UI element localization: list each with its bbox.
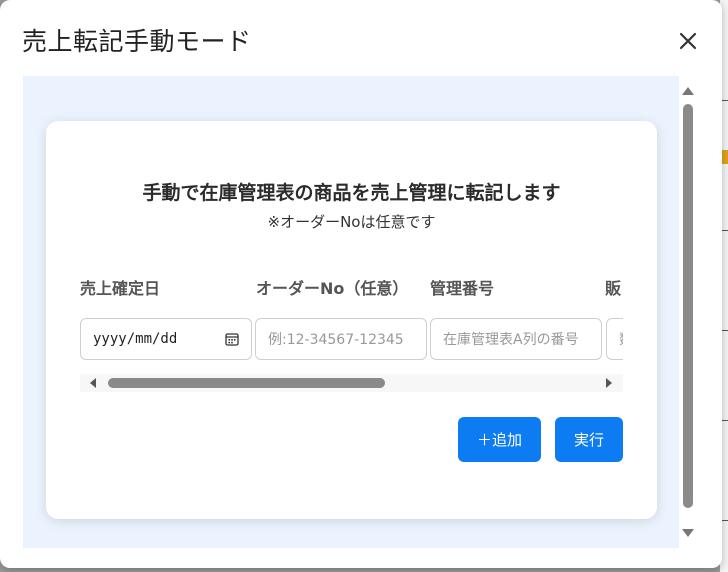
add-button[interactable]: ＋追加 (458, 417, 541, 462)
order-no-input[interactable]: 例:12-34567-12345 (255, 318, 427, 360)
calendar-icon[interactable] (225, 332, 239, 346)
sale-date-value: yyyy/mm/dd (93, 331, 178, 347)
dialog-title: 売上転記手動モード (22, 27, 252, 56)
label-sale-date: 売上確定日 (80, 279, 161, 298)
scroll-down-icon[interactable] (682, 528, 694, 538)
dialog: 売上転記手動モード 手動で在庫管理表の商品を売上管理に転記します ※オーダーNo… (0, 0, 722, 568)
execute-button[interactable]: 実行 (555, 417, 623, 462)
label-manage-no: 管理番号 (430, 279, 495, 298)
horizontal-scrollbar[interactable] (80, 374, 623, 392)
form-row-area: 売上確定日 オーダーNo（任意） 管理番号 販 yyyy/mm/dd 例:12-… (80, 271, 623, 396)
scroll-left-icon[interactable] (88, 378, 98, 388)
fourth-column-input[interactable]: 数 (606, 318, 623, 360)
vertical-scrollbar[interactable] (679, 76, 697, 548)
close-button[interactable] (673, 26, 703, 56)
card-heading: 手動で在庫管理表の商品を売上管理に転記します (142, 182, 561, 204)
label-order-no: オーダーNo（任意） (256, 279, 409, 298)
form-card: 手動で在庫管理表の商品を売上管理に転記します ※オーダーNoは任意です 売上確定… (46, 121, 657, 519)
card-subheading: ※オーダーNoは任意です (267, 213, 436, 231)
scroll-right-icon[interactable] (604, 378, 614, 388)
horizontal-scroll-thumb[interactable] (108, 378, 385, 388)
manage-no-input[interactable]: 在庫管理表A列の番号 (430, 318, 602, 360)
scroll-up-icon[interactable] (682, 86, 694, 96)
sale-date-input[interactable]: yyyy/mm/dd (80, 318, 252, 360)
close-icon (679, 32, 697, 50)
vertical-scroll-thumb[interactable] (683, 104, 693, 508)
dialog-body: 手動で在庫管理表の商品を売上管理に転記します ※オーダーNoは任意です 売上確定… (23, 76, 679, 548)
label-fourth-column: 販 (605, 279, 622, 298)
